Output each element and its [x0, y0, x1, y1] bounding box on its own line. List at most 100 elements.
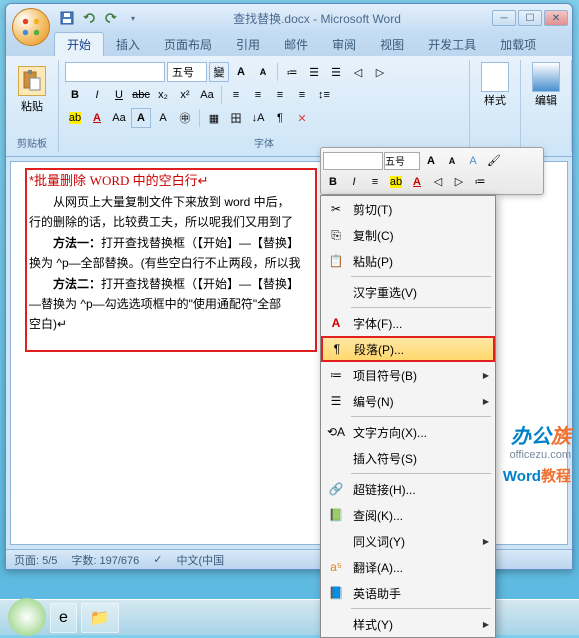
- tab-view[interactable]: 视图: [368, 33, 416, 56]
- tab-developer[interactable]: 开发工具: [416, 33, 488, 56]
- menu-copy[interactable]: ⎘复制(C): [321, 222, 495, 248]
- mini-bold-button[interactable]: B: [323, 172, 343, 192]
- menu-text-direction[interactable]: ⟲A文字方向(X)...: [321, 419, 495, 445]
- mini-grow-font-icon[interactable]: A: [421, 151, 441, 171]
- paste-button[interactable]: 粘贴: [12, 62, 52, 118]
- paste-icon: [18, 66, 46, 96]
- char-border-button[interactable]: A: [153, 108, 173, 128]
- decrease-indent-icon[interactable]: ◁: [348, 62, 368, 82]
- clear-format-button[interactable]: Aa: [197, 85, 217, 105]
- align-left-icon[interactable]: ≡: [226, 85, 246, 105]
- show-marks-button[interactable]: ¶: [270, 108, 290, 128]
- save-icon[interactable]: [58, 9, 76, 27]
- qat-dropdown-icon[interactable]: ▾: [124, 9, 142, 27]
- increase-indent-icon[interactable]: ▷: [370, 62, 390, 82]
- font-color-button[interactable]: A: [87, 108, 107, 128]
- menu-hyperlink[interactable]: 🔗超链接(H)...: [321, 476, 495, 502]
- bullets-icon[interactable]: ≔: [282, 62, 302, 82]
- menu-cut[interactable]: ✂剪切(T): [321, 196, 495, 222]
- menu-hanzi[interactable]: 汉字重选(V): [321, 279, 495, 305]
- sort-button[interactable]: ↓A: [248, 108, 268, 128]
- task-item[interactable]: e: [50, 603, 77, 633]
- line-spacing-icon[interactable]: ↕≡: [314, 85, 334, 105]
- menu-paste[interactable]: 📋粘贴(P): [321, 248, 495, 274]
- mini-font-select[interactable]: [323, 152, 383, 170]
- mini-indent-dec-icon[interactable]: ◁: [428, 172, 448, 192]
- mini-bullets-icon[interactable]: ≔: [470, 172, 490, 192]
- menu-numbering[interactable]: ☰编号(N)▶: [321, 388, 495, 414]
- office-button[interactable]: [12, 8, 50, 46]
- mini-indent-inc-icon[interactable]: ▷: [449, 172, 469, 192]
- align-right-icon[interactable]: ≡: [270, 85, 290, 105]
- asian-layout-button[interactable]: ㊥: [175, 108, 195, 128]
- borders-button[interactable]: 田: [226, 108, 246, 128]
- close-button[interactable]: ✕: [544, 10, 568, 26]
- highlight-button[interactable]: ab: [65, 108, 85, 128]
- start-button[interactable]: [8, 598, 46, 636]
- font-family-select[interactable]: [65, 62, 165, 82]
- menu-lookup[interactable]: 📗查阅(K)...: [321, 502, 495, 528]
- italic-button[interactable]: I: [87, 85, 107, 105]
- grow-font-icon[interactable]: A: [231, 62, 251, 82]
- tab-addins[interactable]: 加载项: [488, 33, 548, 56]
- menu-translate[interactable]: a⁵翻译(A)...: [321, 554, 495, 580]
- phonetic-guide-icon[interactable]: 變: [209, 62, 229, 82]
- strikethrough-button[interactable]: abc: [131, 85, 151, 105]
- bold-button[interactable]: B: [65, 85, 85, 105]
- minimize-button[interactable]: ─: [492, 10, 516, 26]
- word-count[interactable]: 字数: 197/676: [71, 552, 139, 568]
- menu-bullets[interactable]: ≔项目符号(B)▶: [321, 362, 495, 388]
- justify-icon[interactable]: ≡: [292, 85, 312, 105]
- menu-font[interactable]: A字体(F)...: [321, 310, 495, 336]
- align-center-icon[interactable]: ≡: [248, 85, 268, 105]
- numbering-icon[interactable]: ☰: [304, 62, 324, 82]
- font-size-select[interactable]: [167, 62, 207, 82]
- mini-toolbar: A A A 🖌 B I ≡ ab A ◁ ▷ ≔: [320, 147, 544, 195]
- tab-references[interactable]: 引用: [224, 33, 272, 56]
- shading-button[interactable]: ▦: [204, 108, 224, 128]
- tab-review[interactable]: 审阅: [320, 33, 368, 56]
- quick-style-button[interactable]: ✕: [292, 108, 312, 128]
- editing-label: 编辑: [535, 92, 557, 108]
- mini-size-select[interactable]: [384, 152, 420, 170]
- char-shading-button[interactable]: Aa: [109, 108, 129, 128]
- menu-synonyms[interactable]: 同义词(Y)▶: [321, 528, 495, 554]
- mini-shrink-font-icon[interactable]: A: [442, 151, 462, 171]
- proofing-icon[interactable]: ✓: [153, 553, 162, 566]
- shrink-font-icon[interactable]: A: [253, 62, 273, 82]
- undo-icon[interactable]: [80, 9, 98, 27]
- styles-button[interactable]: 样式: [476, 62, 514, 108]
- mini-format-painter-icon[interactable]: 🖌: [484, 151, 504, 171]
- superscript-button[interactable]: x²: [175, 85, 195, 105]
- ribbon: 粘贴 剪贴板 變 A A ≔ ☰ ☰ ◁ ▷ B I U abc: [6, 56, 572, 157]
- mini-italic-button[interactable]: I: [344, 172, 364, 192]
- mini-styles-icon[interactable]: A: [463, 151, 483, 171]
- numbering-icon: ☰: [325, 391, 347, 411]
- tab-insert[interactable]: 插入: [104, 33, 152, 56]
- multilevel-icon[interactable]: ☰: [326, 62, 346, 82]
- styles-group: 样式: [470, 60, 521, 152]
- menu-insert-symbol[interactable]: 插入符号(S): [321, 445, 495, 471]
- underline-button[interactable]: U: [109, 85, 129, 105]
- doc-title: *批量删除 WORD 中的空白行↵: [29, 170, 317, 192]
- tab-layout[interactable]: 页面布局: [152, 33, 224, 56]
- mini-center-button[interactable]: ≡: [365, 172, 385, 192]
- context-menu: ✂剪切(T) ⎘复制(C) 📋粘贴(P) 汉字重选(V) A字体(F)... ¶…: [320, 195, 496, 638]
- mini-font-color-button[interactable]: A: [407, 172, 427, 192]
- tab-home[interactable]: 开始: [54, 32, 104, 56]
- language-indicator[interactable]: 中文(中国: [177, 552, 225, 568]
- menu-separator: [351, 608, 491, 609]
- explorer-icon: 📁: [90, 608, 110, 628]
- page-indicator[interactable]: 页面: 5/5: [14, 552, 57, 568]
- tab-mailings[interactable]: 邮件: [272, 33, 320, 56]
- task-item[interactable]: 📁: [81, 603, 119, 633]
- editing-button[interactable]: 编辑: [527, 62, 565, 108]
- menu-paragraph[interactable]: ¶段落(P)...: [321, 336, 495, 362]
- subscript-button[interactable]: x₂: [153, 85, 173, 105]
- redo-icon[interactable]: [102, 9, 120, 27]
- mini-highlight-button[interactable]: ab: [386, 172, 406, 192]
- enclose-char-button[interactable]: A: [131, 108, 151, 128]
- menu-styles[interactable]: 样式(Y)▶: [321, 611, 495, 637]
- maximize-button[interactable]: ☐: [518, 10, 542, 26]
- menu-english-assistant[interactable]: 📘英语助手: [321, 580, 495, 606]
